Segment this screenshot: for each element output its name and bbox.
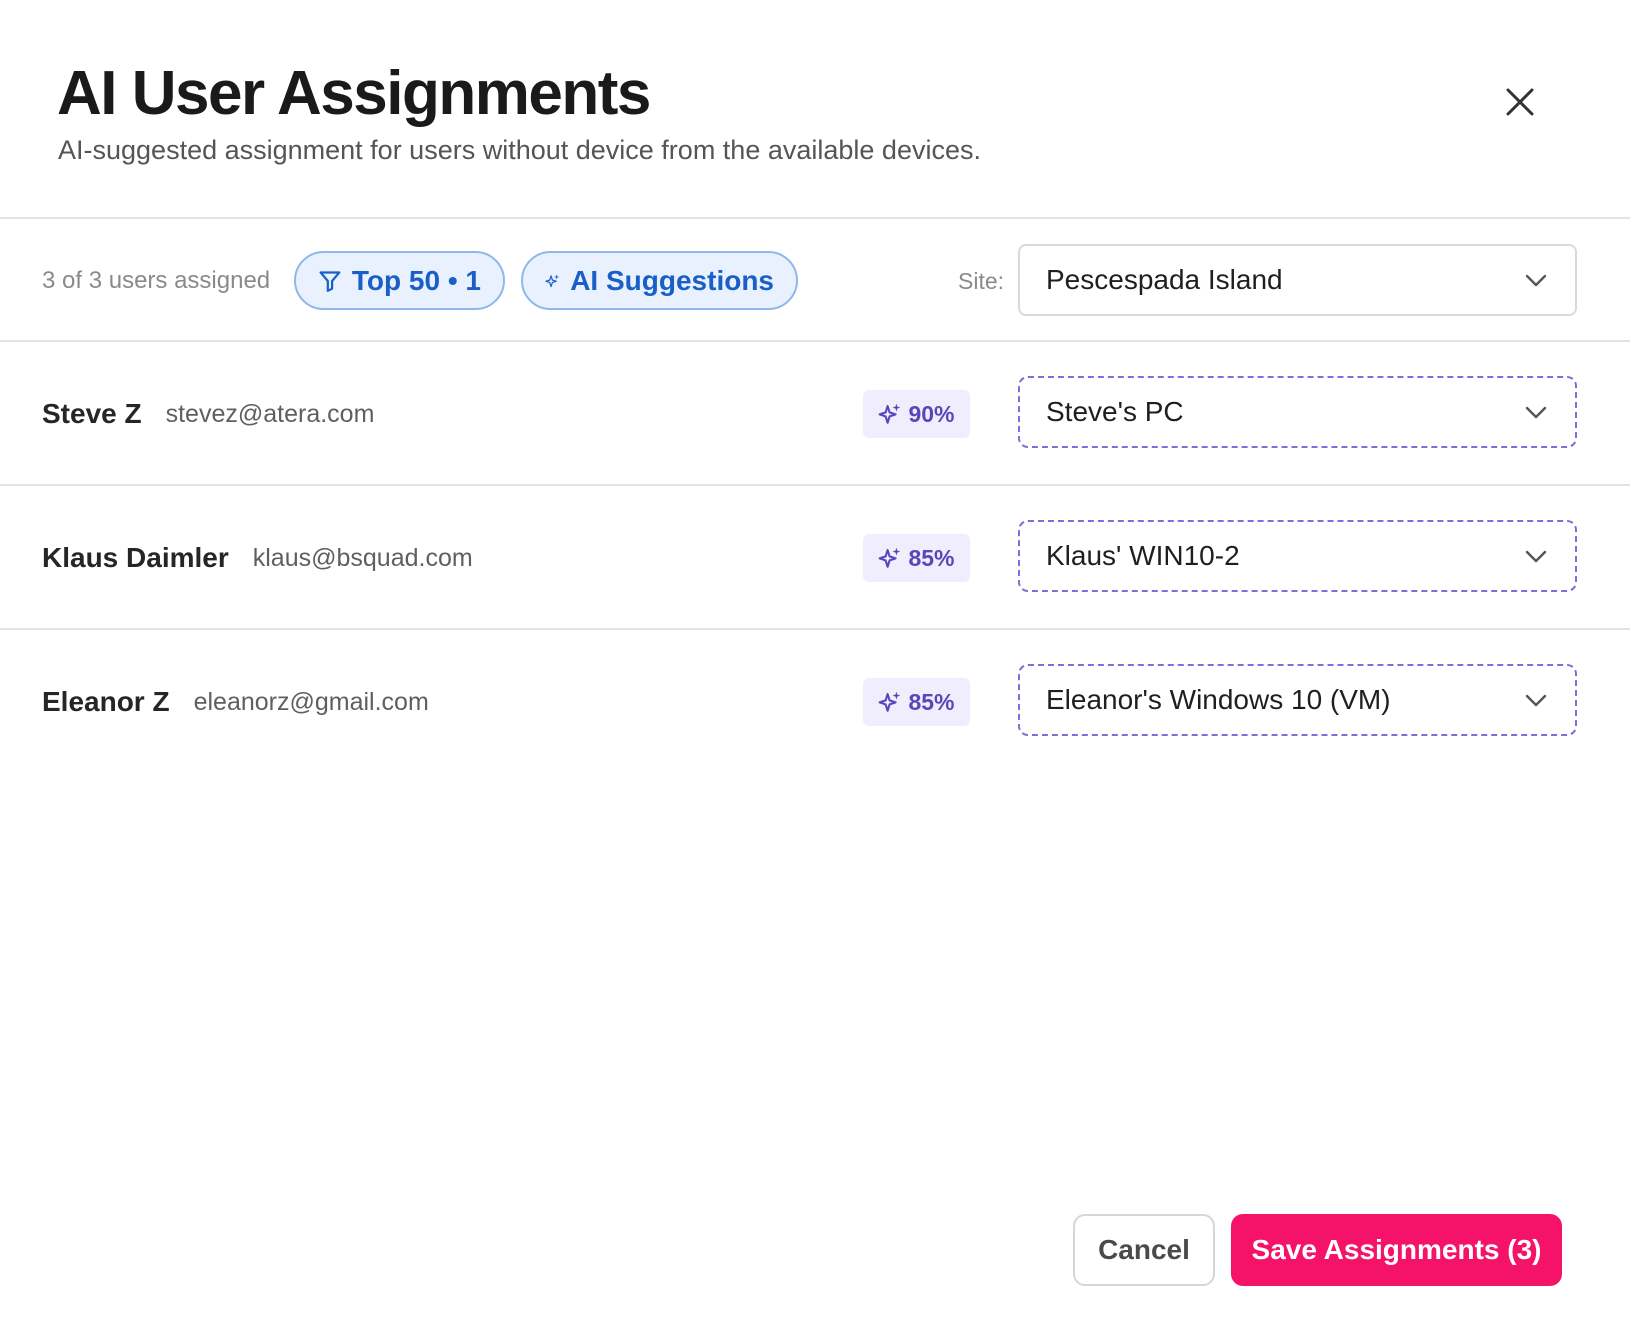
sparkle-icon [879,547,901,568]
ai-confidence-badge: 85% [863,534,970,582]
close-button[interactable] [1496,78,1544,126]
chevron-down-icon [1525,694,1547,707]
user-info: Steve Z stevez@atera.com [42,342,374,486]
cancel-button[interactable]: Cancel [1073,1214,1215,1286]
confidence-value: 85% [908,544,955,571]
user-name: Eleanor Z [42,686,170,717]
top-50-filter-button[interactable]: Top 50 • 1 [294,251,505,310]
user-email: eleanorz@gmail.com [193,687,429,716]
device-select-value: Klaus' WIN10-2 [1046,540,1240,571]
ai-confidence-badge: 90% [863,390,970,438]
sparkle-icon [545,273,560,287]
sparkle-icon [879,691,901,712]
user-email: stevez@atera.com [165,399,375,428]
user-email: klaus@bsquad.com [252,543,473,572]
filter-icon [319,270,341,292]
filter-label: Top 50 • 1 [351,264,481,296]
modal-header: AI User Assignments AI-suggested assignm… [0,0,1630,219]
confidence-value: 90% [908,400,955,427]
device-select[interactable]: Steve's PC [1018,376,1577,448]
site-label: Site: [958,268,1005,294]
user-name: Klaus Daimler [42,542,229,573]
ai-suggestions-label: AI Suggestions [570,264,774,296]
device-select[interactable]: Eleanor's Windows 10 (VM) [1018,664,1577,736]
ai-confidence-badge: 85% [863,678,970,726]
confidence-value: 85% [908,688,955,715]
page-title: AI User Assignments [57,59,651,128]
device-select-value: Steve's PC [1046,396,1184,427]
close-icon [1506,88,1534,116]
chevron-down-icon [1525,274,1547,287]
sparkle-icon [879,403,901,424]
device-select[interactable]: Klaus' WIN10-2 [1018,520,1577,592]
user-name: Steve Z [42,398,142,429]
chevron-down-icon [1525,406,1547,419]
site-select-value: Pescespada Island [1046,264,1283,295]
page-subtitle: AI-suggested assignment for users withou… [58,135,981,165]
assigned-count: 3 of 3 users assigned [42,267,271,294]
assignment-toolbar: 3 of 3 users assigned Top 50 • 1 AI Sugg… [0,219,1630,342]
table-row: Eleanor Z eleanorz@gmail.com 85% Eleanor… [0,630,1630,774]
device-select-value: Eleanor's Windows 10 (VM) [1046,684,1391,715]
ai-suggestions-button[interactable]: AI Suggestions [521,251,798,310]
site-select[interactable]: Pescespada Island [1018,244,1577,316]
save-assignments-button[interactable]: Save Assignments (3) [1231,1214,1562,1286]
chevron-down-icon [1525,550,1547,563]
ai-user-assignments-modal: AI User Assignments AI-suggested assignm… [0,0,1630,1344]
user-info: Eleanor Z eleanorz@gmail.com [42,630,429,774]
table-row: Steve Z stevez@atera.com 90% Steve's PC [0,342,1630,486]
table-row: Klaus Daimler klaus@bsquad.com 85% Klaus… [0,486,1630,630]
user-info: Klaus Daimler klaus@bsquad.com [42,486,473,630]
